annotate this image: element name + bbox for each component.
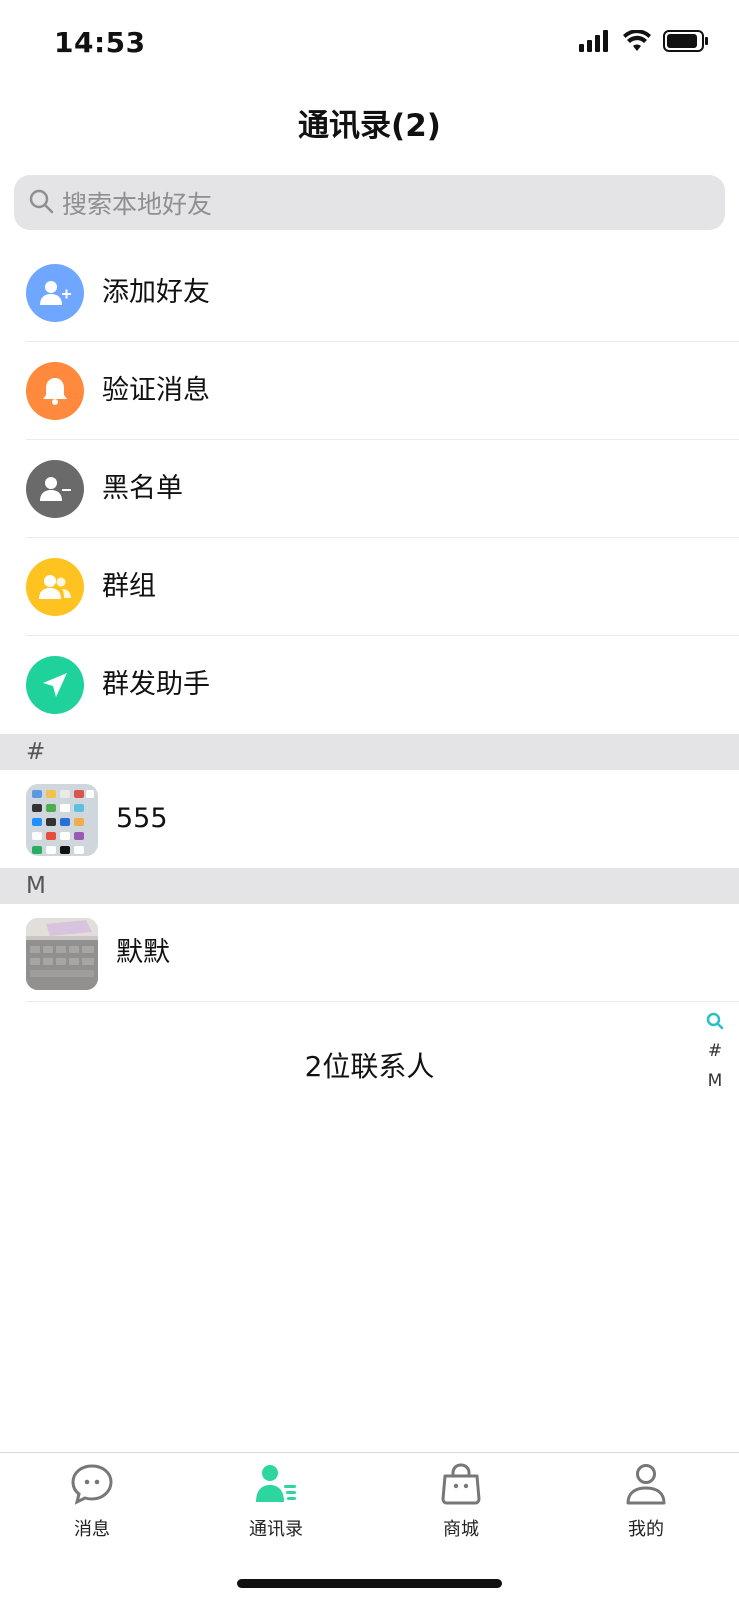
menu-item-verification[interactable]: 验证消息 (0, 342, 739, 440)
tab-me[interactable]: 我的 (586, 1463, 706, 1541)
status-icons (579, 29, 709, 56)
bell-icon (26, 362, 84, 420)
status-time: 14:53 (54, 26, 146, 59)
section-header-hash: # (0, 734, 739, 770)
tab-label: 我的 (628, 1519, 664, 1540)
wifi-icon (623, 29, 651, 56)
search-icon (28, 188, 62, 218)
status-bar: 14:53 (0, 0, 739, 88)
shopping-bag-icon (439, 1463, 483, 1509)
menu-item-label: 验证消息 (102, 375, 210, 406)
home-indicator[interactable] (237, 1579, 502, 1588)
contact-name: 555 (116, 803, 168, 834)
page-title: 通讯录(2) (298, 108, 441, 144)
tab-label: 通讯录 (249, 1519, 303, 1540)
function-menu: 添加好友 验证消息 黑名单 群组 群发助手 (0, 244, 739, 734)
avatar (26, 784, 98, 856)
tab-label: 消息 (74, 1519, 110, 1540)
menu-item-label: 群发助手 (102, 669, 210, 700)
contact-row[interactable]: 默默 (0, 904, 739, 1002)
index-search-icon[interactable] (706, 1008, 724, 1034)
menu-item-label: 黑名单 (102, 473, 183, 504)
menu-item-add-friend[interactable]: 添加好友 (0, 244, 739, 342)
menu-item-groups[interactable]: 群组 (0, 538, 739, 636)
send-icon (26, 656, 84, 714)
avatar (26, 918, 98, 990)
person-icon (624, 1463, 668, 1509)
tab-messages[interactable]: 消息 (32, 1463, 152, 1541)
add-friend-icon (26, 264, 84, 322)
contact-count: 2位联系人 (304, 1050, 435, 1083)
index-letter[interactable]: # (708, 1038, 722, 1064)
alphabet-index[interactable]: # M (703, 1008, 727, 1094)
section-header-m: M (0, 868, 739, 904)
menu-item-broadcast[interactable]: 群发助手 (0, 636, 739, 734)
menu-item-label: 群组 (102, 571, 156, 602)
tab-bar: 消息 通讯录 商城 我的 (0, 1452, 739, 1600)
cellular-signal-icon (579, 30, 611, 56)
tab-label: 商城 (443, 1519, 479, 1540)
contact-row[interactable]: 555 (0, 770, 739, 868)
tab-contacts[interactable]: 通讯录 (216, 1463, 336, 1541)
search-input[interactable]: 搜索本地好友 (14, 175, 725, 230)
battery-icon (663, 30, 709, 56)
tab-shop[interactable]: 商城 (401, 1463, 521, 1541)
menu-item-label: 添加好友 (102, 277, 210, 308)
contact-name: 默默 (116, 937, 170, 968)
contacts-icon (254, 1463, 298, 1509)
index-letter[interactable]: M (708, 1068, 723, 1094)
blocked-user-icon (26, 460, 84, 518)
chat-bubble-icon (70, 1463, 114, 1509)
divider (26, 1001, 739, 1002)
group-icon (26, 558, 84, 616)
menu-item-blacklist[interactable]: 黑名单 (0, 440, 739, 538)
search-placeholder: 搜索本地好友 (62, 189, 213, 219)
